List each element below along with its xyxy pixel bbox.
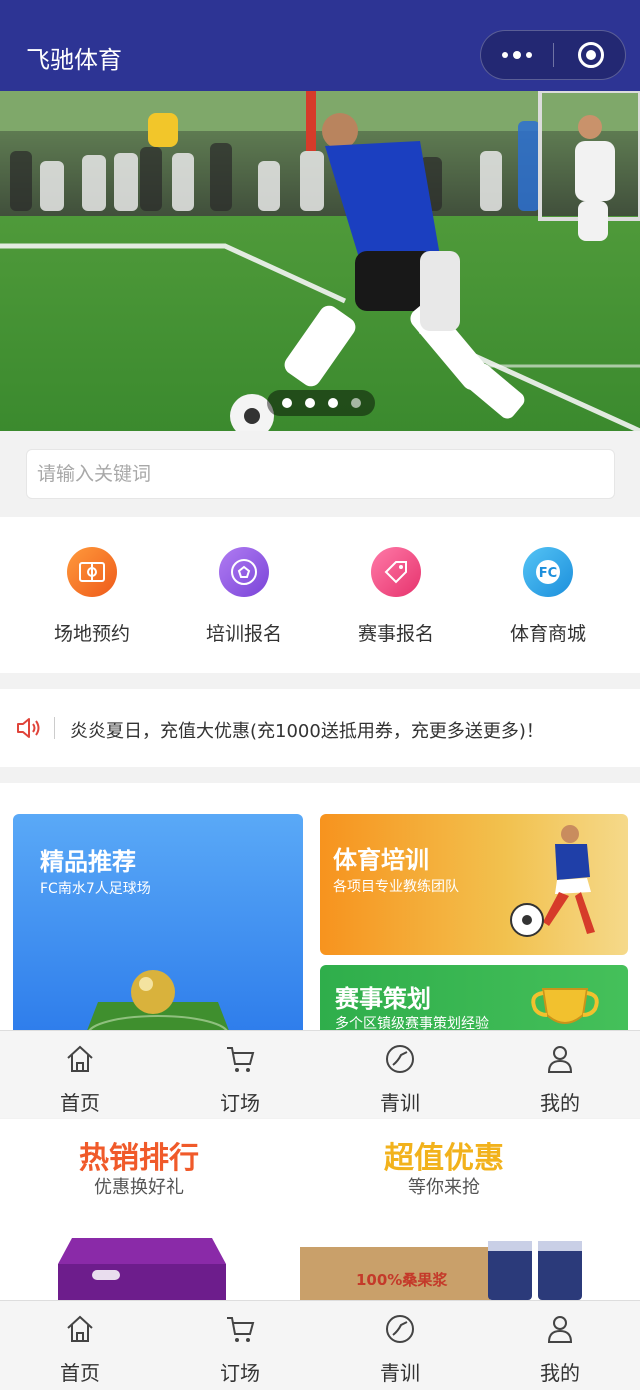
tab-mine[interactable]: 我的 xyxy=(480,1031,640,1119)
search-input[interactable] xyxy=(26,449,615,499)
tab-label: 订场 xyxy=(220,1361,260,1385)
card-title: 赛事策划 xyxy=(335,985,431,1013)
nav-label: 场地预约 xyxy=(53,623,130,645)
nav-label: 赛事报名 xyxy=(357,623,434,645)
tab-home[interactable]: 首页 xyxy=(0,1301,160,1389)
tab-label: 首页 xyxy=(60,1091,100,1115)
player-illustration xyxy=(510,825,595,937)
feature-cards: 精品推荐 FC南水7人足球场 体育培训 各项目专业教练团队 赛事策划 多个区镇级… xyxy=(0,783,640,1033)
ball-icon xyxy=(386,1045,414,1073)
svg-text:FC: FC xyxy=(539,566,557,581)
app-header: 飞驰体育 xyxy=(0,0,640,91)
card-training[interactable]: 体育培训 各项目专业教练团队 xyxy=(320,814,628,955)
nav-item-event-signup[interactable]: 赛事报名 xyxy=(320,547,472,646)
tab-label: 我的 xyxy=(540,1361,580,1385)
card-subtitle: 各项目专业教练团队 xyxy=(333,879,459,895)
promo-deal[interactable]: 超值优惠 等你来抢 100%桑果浆 xyxy=(268,1119,620,1300)
product-label: 100%桑果浆 xyxy=(356,1271,448,1289)
promo-subtitle: 等你来抢 xyxy=(408,1177,480,1198)
tab-label: 青训 xyxy=(380,1361,420,1385)
trophy-icon xyxy=(531,988,599,1024)
page-title: 飞驰体育 xyxy=(26,46,122,74)
fc-logo-icon: FC xyxy=(523,547,573,597)
promo-subtitle: 优惠换好礼 xyxy=(94,1177,184,1198)
hero-banner[interactable] xyxy=(0,91,640,431)
indicator-dot[interactable] xyxy=(304,398,315,408)
search-section xyxy=(0,431,640,517)
cart-icon xyxy=(227,1317,255,1342)
promo-title: 热销排行 xyxy=(79,1141,199,1176)
tab-booking[interactable]: 订场 xyxy=(160,1301,320,1389)
indicator-dot[interactable] xyxy=(281,398,292,408)
home-icon xyxy=(67,1045,93,1072)
tab-label: 我的 xyxy=(540,1091,580,1115)
pitch-ball-illustration xyxy=(86,970,230,1033)
speaker-icon xyxy=(17,718,40,738)
notice-text: 炎炎夏日，充值大优惠(充1000送抵用券，充更多送更多)！ xyxy=(70,721,544,742)
product-image xyxy=(300,1241,582,1300)
venue-icon xyxy=(67,547,117,597)
tab-label: 订场 xyxy=(220,1091,260,1115)
tab-home[interactable]: 首页 xyxy=(0,1031,160,1119)
soccer-ball-icon xyxy=(219,547,269,597)
capsule-divider xyxy=(553,43,554,67)
tab-label: 青训 xyxy=(380,1091,420,1115)
ball-icon xyxy=(386,1315,414,1343)
nav-item-sports-mall[interactable]: FC 体育商城 xyxy=(472,547,624,646)
nav-item-training-signup[interactable]: 培训报名 xyxy=(168,547,320,646)
tab-label: 首页 xyxy=(60,1361,100,1385)
tab-youth-training[interactable]: 青训 xyxy=(320,1301,480,1389)
quick-nav: 场地预约 培训报名 赛事报名 FC 体育商城 xyxy=(0,517,640,673)
more-dots-icon[interactable] xyxy=(481,31,553,79)
nav-label: 体育商城 xyxy=(509,623,586,645)
nav-item-venue-booking[interactable]: 场地预约 xyxy=(16,547,168,646)
card-events[interactable]: 赛事策划 多个区镇级赛事策划经验 xyxy=(320,965,628,1033)
tag-icon xyxy=(371,547,421,597)
tab-bar-overlay: 首页 订场 青训 我的 xyxy=(0,1030,640,1118)
promo-title: 超值优惠 xyxy=(384,1141,504,1176)
card-featured[interactable]: 精品推荐 FC南水7人足球场 xyxy=(13,814,303,1033)
tab-mine[interactable]: 我的 xyxy=(480,1301,640,1389)
nav-label: 培训报名 xyxy=(205,623,282,645)
tab-youth-training[interactable]: 青训 xyxy=(320,1031,480,1119)
notice-divider xyxy=(54,717,55,739)
gift-box-image xyxy=(58,1238,226,1300)
card-title: 精品推荐 xyxy=(40,848,136,876)
card-subtitle: FC南水7人足球场 xyxy=(40,881,151,897)
user-icon xyxy=(547,1316,573,1343)
mini-program-capsule xyxy=(480,30,626,80)
user-icon xyxy=(547,1046,573,1073)
tab-bar: 首页 订场 青训 我的 xyxy=(0,1300,640,1390)
promo-hot[interactable]: 热销排行 优惠换好礼 xyxy=(22,1119,256,1300)
card-title: 体育培训 xyxy=(333,846,429,874)
promo-section: 热销排行 优惠换好礼 超值优惠 等你来抢 100%桑果浆 xyxy=(0,1119,640,1300)
indicator-dot[interactable] xyxy=(350,398,361,408)
notice-bar[interactable]: 炎炎夏日，充值大优惠(充1000送抵用券，充更多送更多)！ xyxy=(0,689,640,767)
tab-booking[interactable]: 订场 xyxy=(160,1031,320,1119)
target-icon[interactable] xyxy=(578,42,604,68)
cart-icon xyxy=(227,1047,255,1072)
home-icon xyxy=(67,1315,93,1342)
banner-indicator xyxy=(267,390,375,416)
indicator-dot[interactable] xyxy=(327,398,338,408)
banner-image xyxy=(0,91,640,431)
